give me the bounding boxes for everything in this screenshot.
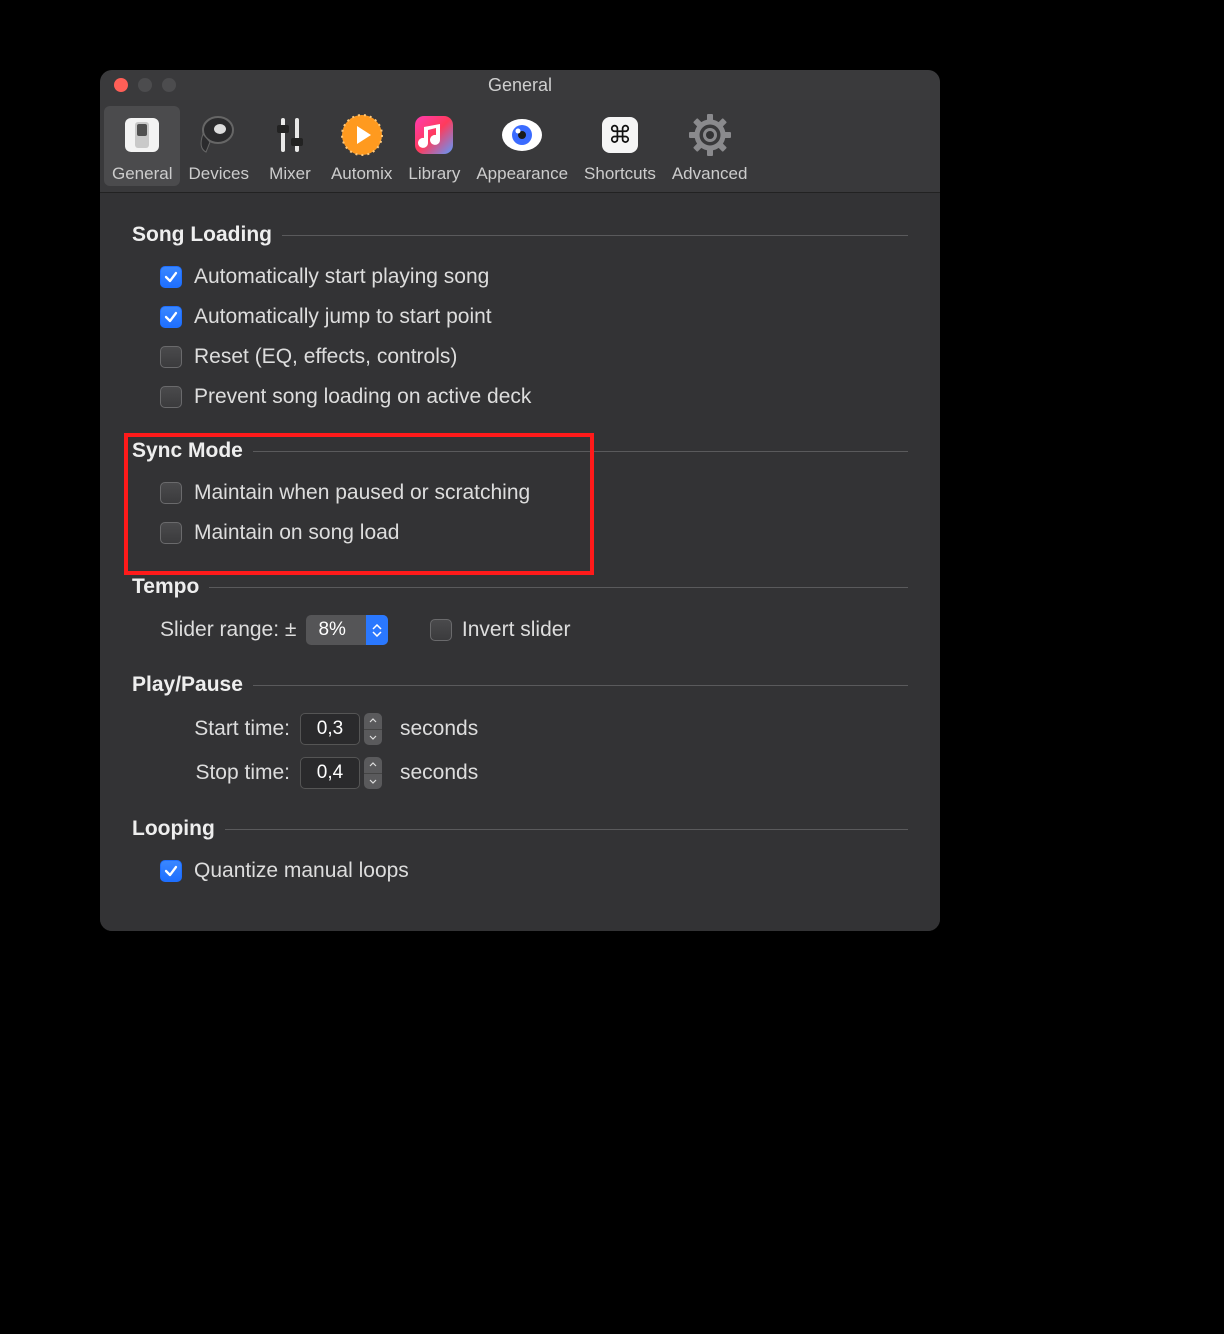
checkbox-label: Automatically jump to start point: [194, 305, 492, 329]
slider-range-select[interactable]: 8%: [306, 615, 387, 645]
checkbox-label: Prevent song loading on active deck: [194, 385, 531, 409]
window-title: General: [100, 75, 940, 96]
tab-label: Advanced: [672, 164, 748, 184]
preferences-window: General General: [100, 70, 940, 931]
unit-label: seconds: [400, 717, 478, 741]
tab-general[interactable]: General: [104, 106, 180, 186]
checkbox[interactable]: [160, 386, 182, 408]
tab-automix[interactable]: Automix: [323, 106, 400, 186]
checkbox[interactable]: [160, 482, 182, 504]
section-play-pause: Play/Pause Start time: 0,3 seconds Stop …: [132, 673, 908, 795]
section-title: Tempo: [132, 575, 209, 599]
section-sync-mode: Sync Mode Maintain when paused or scratc…: [132, 439, 908, 553]
checkbox[interactable]: [160, 306, 182, 328]
section-tempo: Tempo Slider range: ± 8% Invert slider: [132, 575, 908, 651]
checkbox-label: Maintain when paused or scratching: [194, 481, 530, 505]
tab-label: Appearance: [476, 164, 568, 184]
stop-time-label: Stop time:: [160, 761, 290, 785]
chevron-updown-icon: [366, 615, 388, 645]
checkbox[interactable]: [160, 266, 182, 288]
divider: [209, 587, 908, 588]
unit-label: seconds: [400, 761, 478, 785]
divider: [282, 235, 908, 236]
tab-mixer[interactable]: Mixer: [257, 106, 323, 186]
tab-label: Devices: [188, 164, 248, 184]
stepper-down-icon[interactable]: [364, 730, 382, 746]
checkbox[interactable]: [160, 346, 182, 368]
checkbox-row-maintain-paused[interactable]: Maintain when paused or scratching: [132, 473, 908, 513]
start-time-field[interactable]: 0,3: [300, 713, 360, 745]
mixer-icon: [265, 110, 315, 160]
checkbox-row-maintain-load[interactable]: Maintain on song load: [132, 513, 908, 553]
checkbox-row-auto-play[interactable]: Automatically start playing song: [132, 257, 908, 297]
checkbox-label: Reset (EQ, effects, controls): [194, 345, 457, 369]
tab-label: Automix: [331, 164, 392, 184]
checkbox-row-prevent-load[interactable]: Prevent song loading on active deck: [132, 377, 908, 417]
general-icon: [117, 110, 167, 160]
section-song-loading: Song Loading Automatically start playing…: [132, 223, 908, 417]
divider: [225, 829, 908, 830]
start-time-label: Start time:: [160, 717, 290, 741]
checkbox-invert-slider[interactable]: [430, 619, 452, 641]
divider: [253, 451, 908, 452]
checkbox[interactable]: [160, 860, 182, 882]
checkbox-row-auto-jump[interactable]: Automatically jump to start point: [132, 297, 908, 337]
checkbox-row-reset[interactable]: Reset (EQ, effects, controls): [132, 337, 908, 377]
tab-devices[interactable]: Devices: [180, 106, 256, 186]
devices-icon: [194, 110, 244, 160]
stepper-down-icon[interactable]: [364, 774, 382, 790]
divider: [253, 685, 908, 686]
stop-time-field[interactable]: 0,4: [300, 757, 360, 789]
stepper-up-icon[interactable]: [364, 757, 382, 774]
checkbox-label: Automatically start playing song: [194, 265, 489, 289]
slider-range-label: Slider range: ±: [160, 618, 296, 642]
titlebar: General: [100, 70, 940, 100]
stepper-up-icon[interactable]: [364, 713, 382, 730]
advanced-icon: [685, 110, 735, 160]
tab-label: Shortcuts: [584, 164, 656, 184]
checkbox-label: Quantize manual loops: [194, 859, 409, 883]
appearance-icon: [497, 110, 547, 160]
tab-label: General: [112, 164, 172, 184]
shortcuts-icon: ⌘: [595, 110, 645, 160]
section-title: Looping: [132, 817, 225, 841]
tab-label: Mixer: [269, 164, 311, 184]
svg-text:⌘: ⌘: [608, 122, 632, 149]
invert-slider-label: Invert slider: [462, 618, 571, 642]
tab-library[interactable]: Library: [400, 106, 468, 186]
stop-time-stepper[interactable]: [364, 757, 382, 789]
tab-shortcuts[interactable]: ⌘ Shortcuts: [576, 106, 664, 186]
checkbox-row-quantize-loops[interactable]: Quantize manual loops: [132, 851, 908, 891]
automix-icon: [337, 110, 387, 160]
tab-appearance[interactable]: Appearance: [468, 106, 576, 186]
section-title: Song Loading: [132, 223, 282, 247]
section-title: Play/Pause: [132, 673, 253, 697]
section-looping: Looping Quantize manual loops: [132, 817, 908, 891]
checkbox[interactable]: [160, 522, 182, 544]
toolbar: General Devices: [100, 100, 940, 193]
tab-advanced[interactable]: Advanced: [664, 106, 756, 186]
section-title: Sync Mode: [132, 439, 253, 463]
content: Song Loading Automatically start playing…: [100, 193, 940, 931]
library-icon: [409, 110, 459, 160]
checkbox-label: Maintain on song load: [194, 521, 399, 545]
select-value: 8%: [306, 619, 365, 641]
start-time-stepper[interactable]: [364, 713, 382, 745]
tab-label: Library: [408, 164, 460, 184]
